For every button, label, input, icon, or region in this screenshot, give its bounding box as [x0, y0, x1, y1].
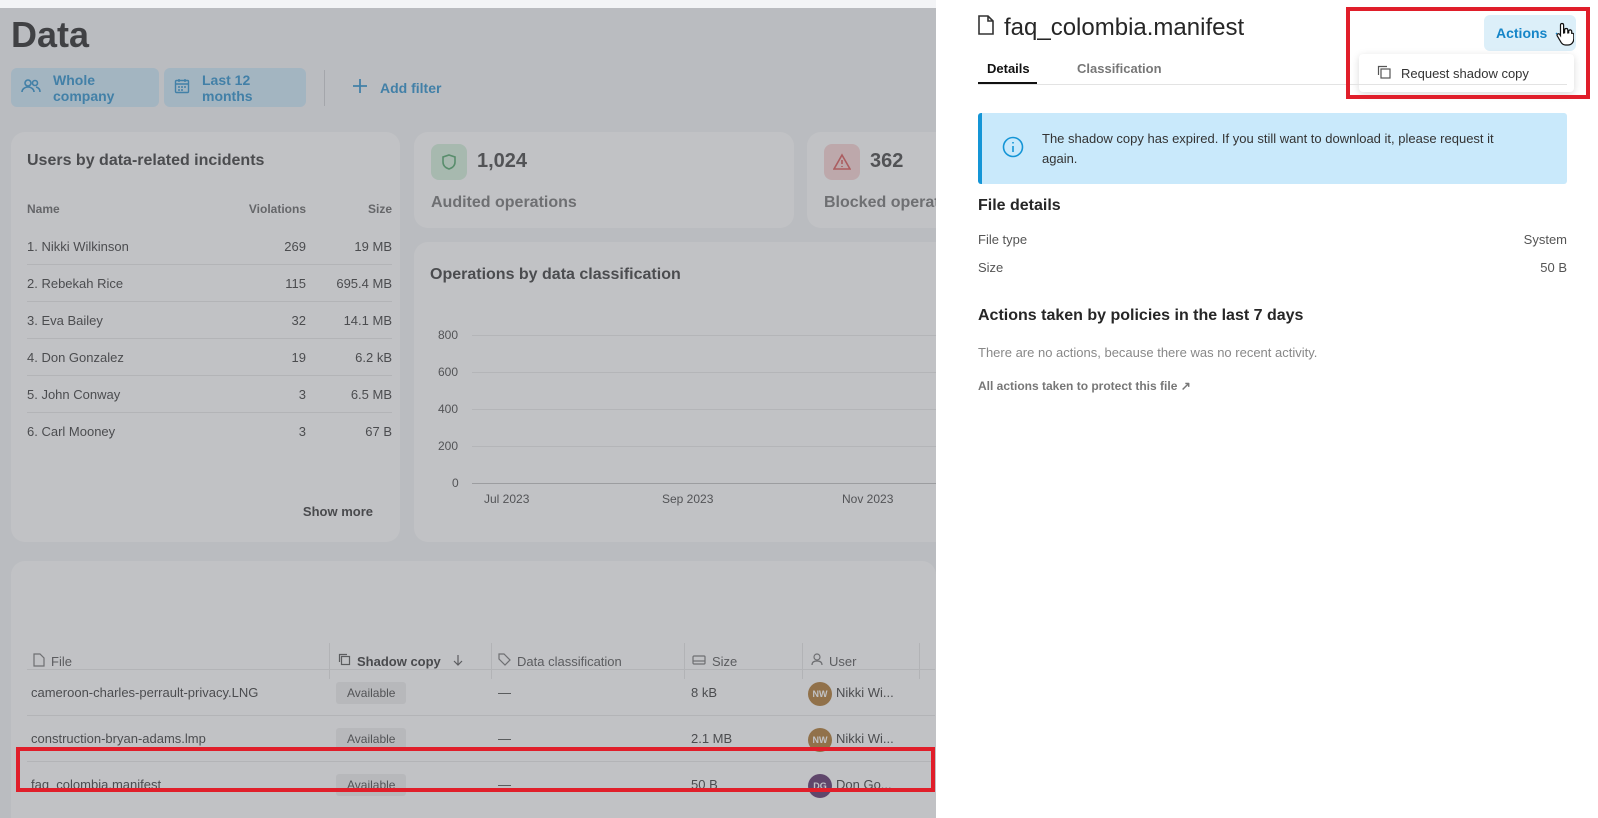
panel-title: faq_colombia.manifest [978, 14, 1244, 42]
file-type-value: System [1523, 232, 1567, 247]
document-icon [978, 14, 994, 42]
tab-classification[interactable]: Classification [1077, 61, 1162, 76]
info-icon [1002, 136, 1024, 163]
panel-file-name: faq_colombia.manifest [1004, 14, 1245, 41]
file-type-label: File type [978, 232, 1028, 247]
file-detail-panel: faq_colombia.manifest Actions Request sh… [936, 0, 1598, 818]
highlight-selected-row [16, 747, 935, 792]
no-actions-text: There are no actions, because there was … [978, 345, 1318, 360]
file-details-title: File details [978, 197, 1061, 214]
info-text: The shadow copy has expired. If you stil… [1042, 131, 1494, 166]
policies-title: Actions taken by policies in the last 7 … [978, 307, 1304, 324]
all-actions-link[interactable]: All actions taken to protect this file ↗ [978, 379, 1191, 393]
file-type-row: File type System [978, 232, 1567, 247]
info-banner: The shadow copy has expired. If you stil… [978, 113, 1567, 184]
hand-cursor-icon [1556, 22, 1575, 51]
size-value: 50 B [1540, 260, 1567, 275]
tab-details[interactable]: Details [987, 61, 1030, 76]
size-row: Size 50 B [978, 260, 1567, 275]
size-label: Size [978, 260, 1004, 275]
highlight-actions-area [1346, 7, 1590, 99]
modal-overlay[interactable] [0, 8, 936, 818]
